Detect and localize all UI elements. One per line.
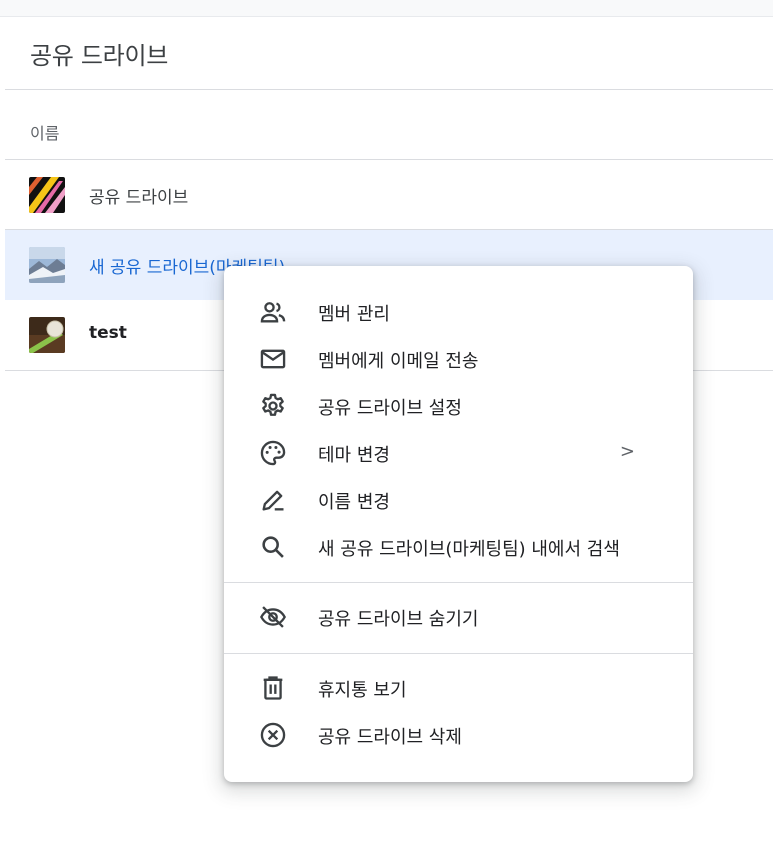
menu-item-search-within[interactable]: 새 공유 드라이브(마케팅팀) 내에서 검색: [224, 523, 693, 570]
column-header-name[interactable]: 이름: [30, 120, 59, 144]
page-title: 공유 드라이브: [30, 42, 169, 70]
top-bar: [0, 0, 773, 17]
chevron-right-icon: >: [619, 441, 635, 462]
eye-off-icon: [259, 603, 287, 631]
mail-icon: [259, 345, 287, 373]
drive-row[interactable]: 공유 드라이브: [5, 160, 773, 230]
palette-icon: [259, 439, 287, 467]
menu-item-hide-drive[interactable]: 공유 드라이브 숨기기: [224, 593, 693, 640]
people-icon: [259, 298, 287, 326]
menu-divider: [224, 582, 693, 583]
menu-item-label: 공유 드라이브 숨기기: [318, 609, 479, 630]
menu-item-view-trash[interactable]: 휴지통 보기: [224, 664, 693, 711]
search-icon: [259, 533, 287, 561]
menu-item-label: 공유 드라이브 삭제: [318, 727, 462, 748]
menu-item-change-theme[interactable]: 테마 변경 >: [224, 429, 693, 476]
tennis-ball-thumbnail: [29, 317, 65, 353]
menu-item-label: 테마 변경: [318, 445, 390, 466]
menu-item-drive-settings[interactable]: 공유 드라이브 설정: [224, 382, 693, 429]
menu-item-manage-members[interactable]: 멤버 관리: [224, 288, 693, 335]
colorful-stripes-thumbnail: [29, 177, 65, 213]
menu-item-label: 공유 드라이브 설정: [318, 398, 462, 419]
cancel-circle-icon: [259, 721, 287, 749]
drive-name: 공유 드라이브: [89, 188, 189, 208]
menu-item-label: 새 공유 드라이브(마케팅팀) 내에서 검색: [318, 539, 620, 560]
trash-icon: [259, 674, 287, 702]
menu-item-label: 멤버에게 이메일 전송: [318, 351, 479, 372]
menu-item-rename[interactable]: 이름 변경: [224, 476, 693, 523]
context-menu: 멤버 관리 멤버에게 이메일 전송 공유 드라이브 설정 테마 변경 > 이름 …: [224, 266, 693, 782]
menu-item-label: 이름 변경: [318, 492, 390, 513]
divider: [5, 89, 773, 90]
gear-icon: [259, 392, 287, 420]
mountain-landscape-thumbnail: [29, 247, 65, 283]
menu-item-label: 멤버 관리: [318, 304, 390, 325]
pencil-icon: [259, 486, 287, 514]
menu-item-delete-drive[interactable]: 공유 드라이브 삭제: [224, 711, 693, 758]
drive-name: test: [89, 323, 127, 343]
menu-item-email-members[interactable]: 멤버에게 이메일 전송: [224, 335, 693, 382]
menu-divider: [224, 653, 693, 654]
menu-item-label: 휴지통 보기: [318, 680, 407, 701]
